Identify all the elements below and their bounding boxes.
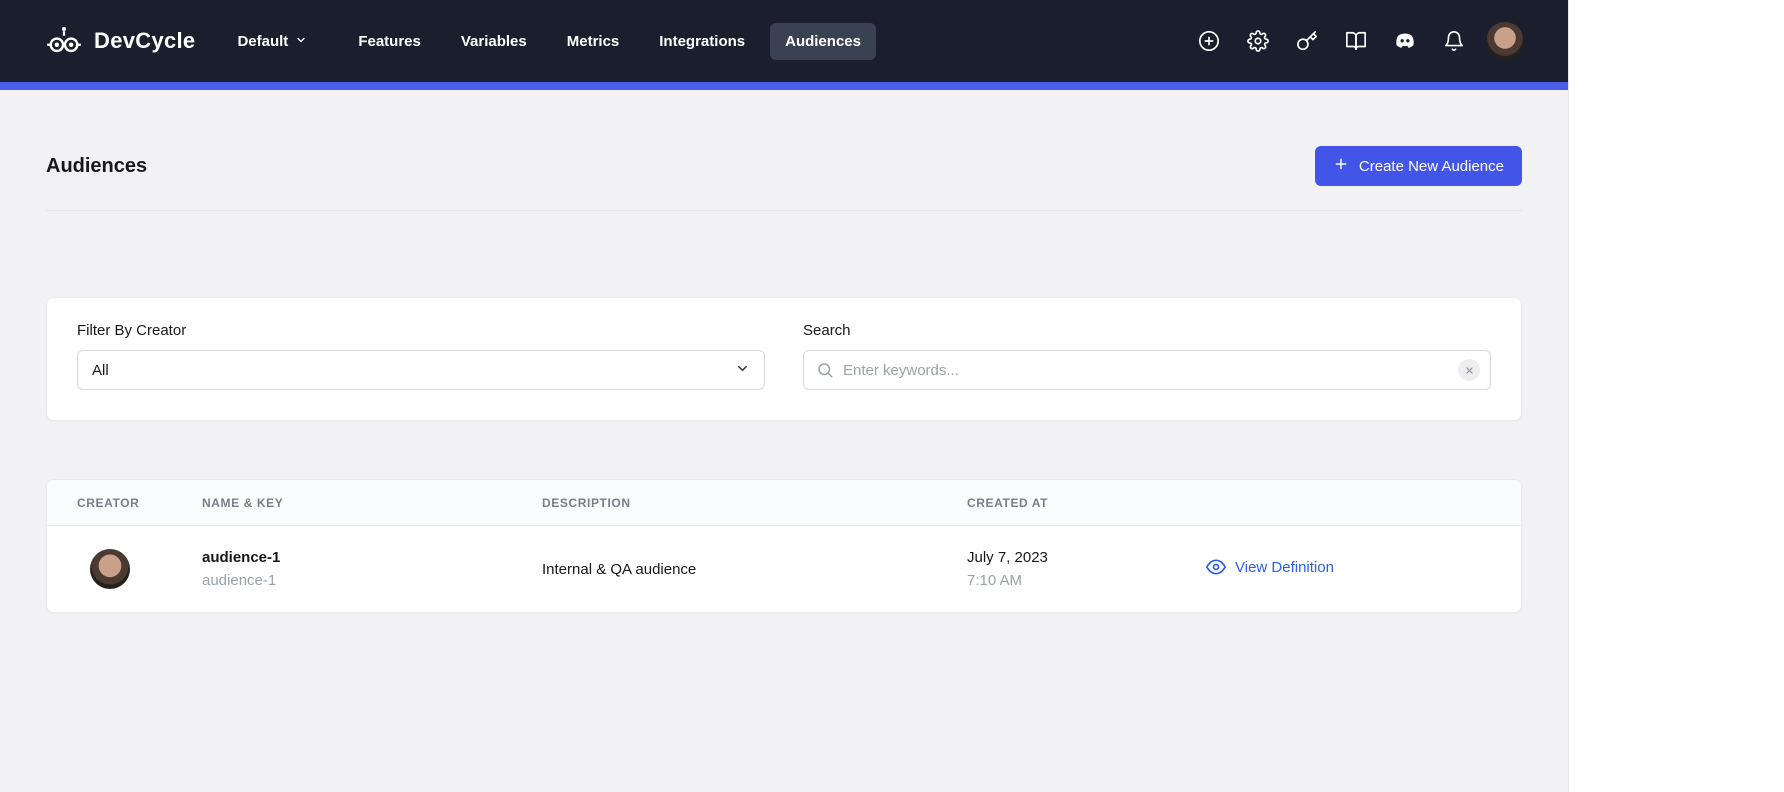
search-label: Search [803, 322, 1491, 339]
creator-select[interactable]: All [77, 350, 765, 390]
bell-icon[interactable] [1437, 24, 1471, 58]
page-title: Audiences [46, 155, 147, 178]
project-selector[interactable]: Default [237, 33, 307, 50]
key-icon[interactable] [1290, 24, 1324, 58]
plus-icon [1333, 156, 1349, 176]
main-nav: Features Variables Metrics Integrations … [343, 23, 876, 60]
view-definition-label: View Definition [1235, 559, 1334, 576]
discord-icon[interactable] [1388, 24, 1422, 58]
col-header-creator: CREATOR [77, 496, 202, 510]
user-avatar[interactable] [1486, 22, 1524, 60]
chevron-down-icon [735, 361, 750, 380]
created-at-cell: July 7, 2023 7:10 AM [967, 546, 1206, 593]
nav-item-integrations[interactable]: Integrations [644, 23, 760, 60]
table-header-row: CREATOR NAME & KEY DESCRIPTION CREATED A… [47, 480, 1521, 526]
name-key-cell: audience-1 audience-1 [202, 546, 542, 593]
nav-item-variables[interactable]: Variables [446, 23, 542, 60]
main-content: Audiences Create New Audience Filter By … [0, 90, 1568, 792]
top-nav: DevCycle Default Features Variables Metr… [0, 0, 1568, 82]
create-new-audience-button[interactable]: Create New Audience [1315, 146, 1522, 186]
nav-item-features[interactable]: Features [343, 23, 436, 60]
filter-card: Filter By Creator All Search [46, 297, 1522, 421]
brand[interactable]: DevCycle [46, 23, 195, 59]
gear-icon[interactable] [1241, 24, 1275, 58]
nav-item-metrics[interactable]: Metrics [552, 23, 635, 60]
search-box [803, 350, 1491, 390]
view-definition-link[interactable]: View Definition [1206, 557, 1334, 577]
nav-item-audiences[interactable]: Audiences [770, 23, 876, 60]
col-header-description: DESCRIPTION [542, 496, 967, 510]
created-time: 7:10 AM [967, 569, 1206, 592]
create-new-audience-label: Create New Audience [1359, 158, 1504, 175]
description-cell: Internal & QA audience [542, 561, 967, 578]
creator-select-value: All [92, 362, 109, 379]
accent-bar [0, 82, 1568, 90]
search-icon [816, 361, 834, 379]
search-field: Search [803, 322, 1491, 390]
nav-icon-group [1192, 22, 1524, 60]
eye-icon [1206, 557, 1226, 577]
create-plus-circle-icon[interactable] [1192, 24, 1226, 58]
creator-cell [77, 549, 202, 589]
col-header-created-at: CREATED AT [967, 496, 1206, 510]
audience-name: audience-1 [202, 546, 542, 569]
book-icon[interactable] [1339, 24, 1373, 58]
page-header: Audiences Create New Audience [46, 90, 1522, 211]
project-selector-label: Default [237, 33, 288, 50]
audience-key: audience-1 [202, 569, 542, 592]
clear-search-icon[interactable] [1458, 359, 1480, 381]
chevron-down-icon [295, 33, 307, 50]
col-header-name-key: NAME & KEY [202, 496, 542, 510]
filter-by-creator-label: Filter By Creator [77, 322, 765, 339]
created-date: July 7, 2023 [967, 546, 1206, 569]
creator-filter-field: Filter By Creator All [77, 322, 765, 390]
audiences-table: CREATOR NAME & KEY DESCRIPTION CREATED A… [46, 479, 1522, 613]
brand-name: DevCycle [94, 28, 195, 54]
actions-cell: View Definition [1206, 557, 1491, 581]
app-window: DevCycle Default Features Variables Metr… [0, 0, 1568, 792]
search-input[interactable] [843, 362, 1449, 379]
devcycle-logo-icon [46, 23, 82, 59]
outside-area [1568, 0, 1784, 792]
table-row: audience-1 audience-1 Internal & QA audi… [47, 526, 1521, 612]
creator-avatar [90, 549, 130, 589]
